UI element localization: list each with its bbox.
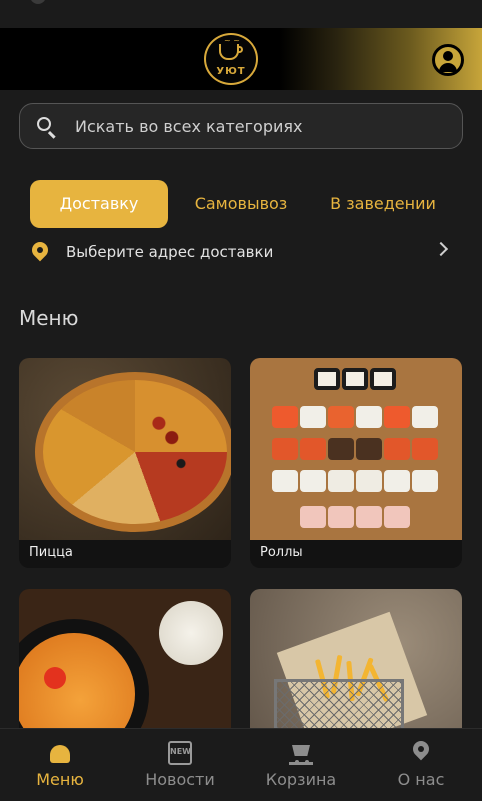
roll-piece: [328, 506, 354, 528]
cart-icon: [289, 741, 313, 765]
category-label: Пицца: [29, 545, 73, 560]
menu-title: Меню: [19, 306, 79, 330]
nav-label: Новости: [145, 770, 215, 789]
nav-label: О нас: [397, 770, 445, 789]
bottom-navigation: Меню NEW Новости Корзина О нас: [0, 728, 482, 801]
roll-piece: [356, 438, 382, 460]
roll-piece: [272, 470, 298, 492]
soup-bowl: [19, 619, 149, 739]
roll-piece: [412, 406, 438, 428]
tomato: [44, 667, 66, 689]
roll-piece: [384, 438, 410, 460]
rice-bowl: [159, 601, 223, 665]
location-pin-icon: [28, 238, 52, 262]
roll-piece: [328, 438, 354, 460]
roll-piece: [370, 368, 396, 390]
category-card-rolls[interactable]: Роллы: [250, 358, 462, 568]
roll-piece: [272, 438, 298, 460]
tab-in-venue[interactable]: В заведении: [318, 180, 448, 228]
app-header: ~ ~ УЮТ: [0, 28, 482, 90]
rolls-image: [250, 358, 462, 540]
pizza-illustration: [35, 372, 231, 532]
roll-piece: [356, 470, 382, 492]
logo-text: УЮТ: [216, 66, 246, 77]
roll-piece: [342, 368, 368, 390]
status-indicator: [30, 0, 46, 4]
roll-piece: [300, 506, 326, 528]
roll-piece: [384, 506, 410, 528]
roll-piece: [272, 406, 298, 428]
address-label: Выберите адрес доставки: [66, 243, 274, 261]
roll-piece: [300, 406, 326, 428]
cafe-logo[interactable]: ~ ~ УЮТ: [204, 33, 258, 85]
search-placeholder: Искать во всех категориях: [75, 117, 303, 136]
profile-head: [443, 51, 453, 61]
nav-label: Меню: [36, 770, 84, 789]
status-bar: [0, 0, 482, 28]
roll-piece: [328, 470, 354, 492]
burger-icon: [50, 745, 70, 763]
search-input[interactable]: Искать во всех категориях: [19, 103, 463, 149]
fries-image: [250, 589, 462, 739]
roll-piece: [300, 470, 326, 492]
pizza-image: [19, 358, 231, 540]
roll-piece: [384, 470, 410, 492]
delivery-tabs: Доставку Самовывоз В заведении: [0, 180, 482, 228]
search-icon: [37, 117, 51, 131]
profile-shoulders: [439, 63, 457, 72]
roll-piece: [412, 438, 438, 460]
location-icon: [409, 737, 433, 761]
roll-piece: [412, 470, 438, 492]
roll-piece: [384, 406, 410, 428]
roll-piece: [328, 406, 354, 428]
roll-piece: [356, 506, 382, 528]
category-label: Роллы: [260, 545, 303, 560]
cup-icon: [219, 44, 239, 60]
address-selector[interactable]: Выберите адрес доставки: [28, 238, 452, 270]
category-card-pizza[interactable]: Пицца: [19, 358, 231, 568]
profile-icon[interactable]: [432, 44, 464, 76]
category-card-soup[interactable]: [19, 589, 231, 739]
roll-piece: [356, 406, 382, 428]
nav-menu[interactable]: Меню: [0, 729, 120, 801]
chevron-right-icon: [433, 241, 449, 257]
tab-delivery[interactable]: Доставку: [30, 180, 168, 228]
new-icon: NEW: [168, 741, 192, 765]
roll-piece: [300, 438, 326, 460]
soup-image: [19, 589, 231, 739]
roll-piece: [314, 368, 340, 390]
tab-pickup[interactable]: Самовывоз: [182, 180, 300, 228]
nav-cart[interactable]: Корзина: [241, 729, 361, 801]
nav-news[interactable]: NEW Новости: [120, 729, 240, 801]
nav-about[interactable]: О нас: [361, 729, 481, 801]
nav-label: Корзина: [265, 770, 337, 789]
cup-handle: [237, 46, 243, 53]
category-card-fries[interactable]: [250, 589, 462, 739]
